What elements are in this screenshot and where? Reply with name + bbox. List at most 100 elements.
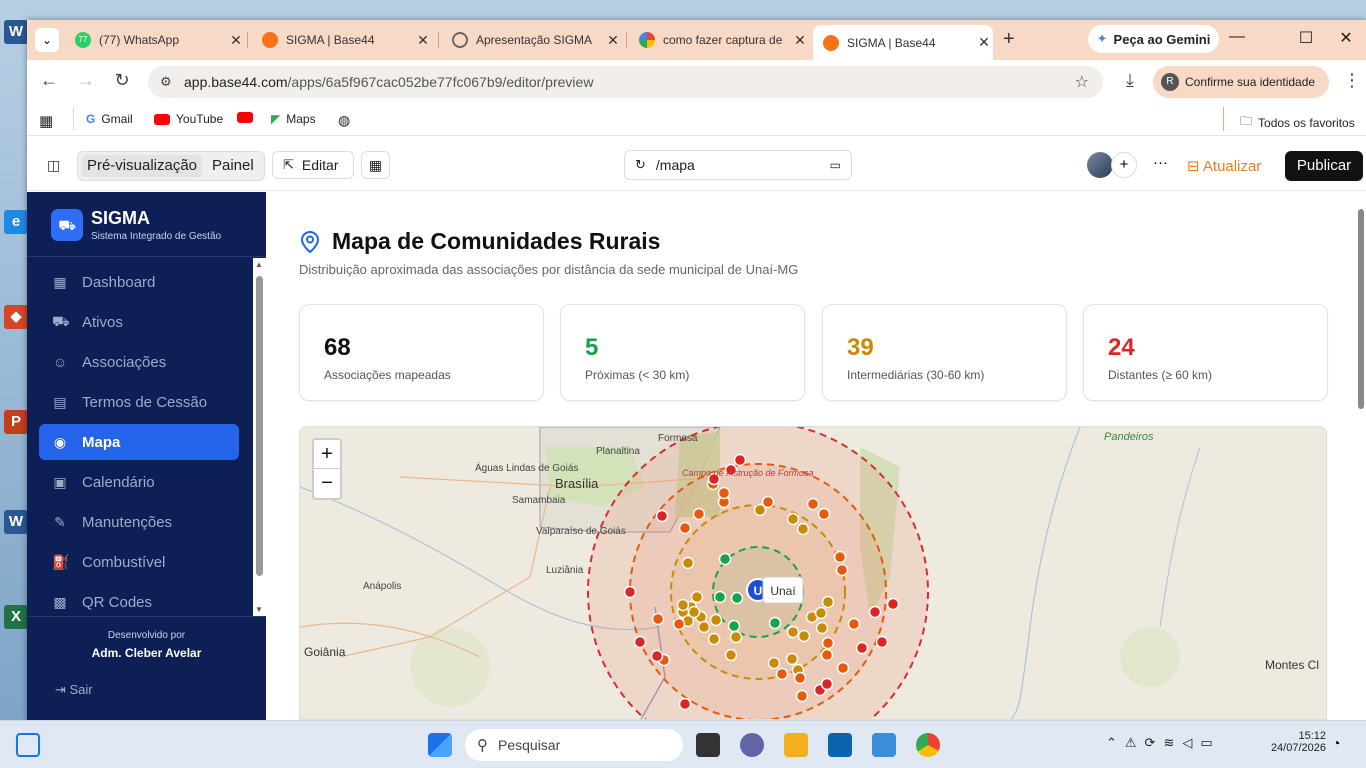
clock[interactable]: 15:12 24/07/2026: [1256, 730, 1326, 754]
sidebar-item-manutencoes[interactable]: ✎ Manutenções: [39, 504, 239, 540]
logout-button[interactable]: ⇥ Sair: [55, 682, 93, 698]
apps-grid-icon[interactable]: ▦: [39, 112, 53, 130]
close-tab-icon[interactable]: ✕: [227, 32, 245, 49]
forward-icon[interactable]: →: [74, 70, 98, 91]
download-icon[interactable]: ⤓: [1118, 70, 1142, 91]
association-marker[interactable]: [833, 550, 847, 564]
association-marker[interactable]: [678, 521, 692, 535]
back-icon[interactable]: ←: [37, 70, 61, 91]
association-marker[interactable]: [651, 612, 665, 626]
more-icon[interactable]: ···: [1153, 154, 1168, 171]
excel-desktop-icon[interactable]: X: [4, 605, 28, 629]
association-marker[interactable]: [817, 507, 831, 521]
maximize-icon[interactable]: ☐: [1286, 28, 1326, 48]
association-marker[interactable]: [650, 649, 664, 663]
close-window-icon[interactable]: ✕: [1326, 28, 1366, 48]
site-info-icon[interactable]: ⚙: [160, 74, 172, 90]
word-desktop-icon[interactable]: W: [4, 20, 28, 44]
association-marker[interactable]: [821, 636, 835, 650]
widgets-icon[interactable]: [16, 733, 40, 757]
bookmark-maps[interactable]: ◤ Maps: [271, 112, 316, 126]
association-marker[interactable]: [796, 522, 810, 536]
terminal-icon[interactable]: [696, 733, 720, 757]
close-tab-icon[interactable]: ✕: [791, 32, 809, 49]
chrome-icon[interactable]: [916, 733, 940, 757]
windows-start-icon[interactable]: [428, 733, 452, 757]
association-marker[interactable]: [875, 635, 889, 649]
map-canvas[interactable]: U Unaí Formosa Planaltina Águas Lindas d…: [300, 427, 1327, 720]
association-marker[interactable]: [886, 597, 900, 611]
close-tab-icon[interactable]: ✕: [975, 34, 993, 51]
association-marker[interactable]: [697, 620, 711, 634]
zoom-out-button[interactable]: −: [314, 469, 340, 498]
word2-desktop-icon[interactable]: W: [4, 510, 28, 534]
association-marker[interactable]: [814, 606, 828, 620]
preview-tab[interactable]: Pré-visualização: [82, 155, 202, 177]
minimize-icon[interactable]: —: [1217, 28, 1257, 46]
association-marker[interactable]: [795, 689, 809, 703]
association-marker[interactable]: [727, 619, 741, 633]
new-tab-icon[interactable]: +: [1003, 28, 1015, 51]
association-marker[interactable]: [692, 507, 706, 521]
edge-desktop-icon[interactable]: e: [4, 210, 28, 234]
sidebar-toggle-icon[interactable]: ◫: [47, 157, 60, 174]
pages-grid-icon[interactable]: ▦: [361, 151, 390, 179]
address-bar[interactable]: ⚙ app.base44.com/apps/6a5f967cac052be77f…: [148, 66, 1103, 98]
all-bookmarks[interactable]: 🗀 Todos os favoritos: [1240, 112, 1355, 133]
map-view[interactable]: U Unaí Formosa Planaltina Águas Lindas d…: [299, 426, 1327, 720]
globe-icon[interactable]: ◍: [338, 112, 350, 129]
association-marker[interactable]: [724, 648, 738, 662]
teams-icon[interactable]: [740, 733, 764, 757]
association-marker[interactable]: [821, 595, 835, 609]
sidebar-item-calendario[interactable]: ▣ Calendário: [39, 464, 239, 500]
sidebar-item-ativos[interactable]: ⛟ Ativos: [39, 304, 239, 340]
association-marker[interactable]: [847, 617, 861, 631]
association-marker[interactable]: [676, 598, 690, 612]
association-marker[interactable]: [707, 632, 721, 646]
sidebar-item-termos[interactable]: ▤ Termos de Cessão: [39, 384, 239, 420]
notification-icon[interactable]: ◔: [1332, 735, 1340, 751]
association-marker[interactable]: [797, 629, 811, 643]
tab-apresentacao[interactable]: Apresentação SIGMA ✕: [442, 25, 622, 55]
publish-button[interactable]: Publicar: [1285, 151, 1363, 181]
sidebar-item-associacoes[interactable]: ☺ Associações: [39, 344, 239, 380]
association-marker[interactable]: [785, 652, 799, 666]
association-marker[interactable]: [623, 585, 637, 599]
access-desktop-icon[interactable]: ◆: [4, 305, 28, 329]
invite-plus-icon[interactable]: +: [1111, 152, 1137, 178]
gemini-button[interactable]: ✦ Peça ao Gemini: [1088, 25, 1219, 53]
powerpoint-desktop-icon[interactable]: P: [4, 410, 28, 434]
association-marker[interactable]: [835, 563, 849, 577]
reload-icon[interactable]: ↻: [110, 70, 134, 91]
file-explorer-icon[interactable]: [784, 733, 808, 757]
bookmark-youtube[interactable]: YouTube: [154, 112, 223, 126]
store-icon[interactable]: [828, 733, 852, 757]
association-marker[interactable]: [815, 621, 829, 635]
association-marker[interactable]: [678, 697, 692, 711]
association-marker[interactable]: [633, 635, 647, 649]
bookmark-youtube-2[interactable]: [237, 112, 253, 123]
association-marker[interactable]: [681, 556, 695, 570]
zoom-in-button[interactable]: +: [314, 440, 340, 469]
association-marker[interactable]: [775, 667, 789, 681]
association-marker[interactable]: [820, 648, 834, 662]
bookmark-gmail[interactable]: G Gmail: [86, 112, 133, 126]
association-marker[interactable]: [730, 591, 744, 605]
association-marker[interactable]: [690, 590, 704, 604]
association-marker[interactable]: [761, 495, 775, 509]
association-marker[interactable]: [729, 630, 743, 644]
user-avatar[interactable]: [1087, 152, 1113, 178]
association-marker[interactable]: [709, 613, 723, 627]
association-marker[interactable]: [786, 625, 800, 639]
tab-search-chevron-icon[interactable]: ⌄: [35, 28, 59, 52]
tab-sigma-active[interactable]: SIGMA | Base44 ✕: [813, 25, 993, 60]
close-tab-icon[interactable]: ✕: [414, 32, 432, 49]
tab-sigma-1[interactable]: SIGMA | Base44 ✕: [252, 25, 432, 55]
device-icon[interactable]: ▭: [830, 158, 841, 172]
association-marker[interactable]: [768, 616, 782, 630]
sidebar-item-qrcodes[interactable]: ▩ QR Codes: [39, 584, 239, 616]
photos-icon[interactable]: [872, 733, 896, 757]
association-marker[interactable]: [655, 509, 669, 523]
sidebar-item-combustivel[interactable]: ⛽ Combustível: [39, 544, 239, 580]
association-marker[interactable]: [855, 641, 869, 655]
